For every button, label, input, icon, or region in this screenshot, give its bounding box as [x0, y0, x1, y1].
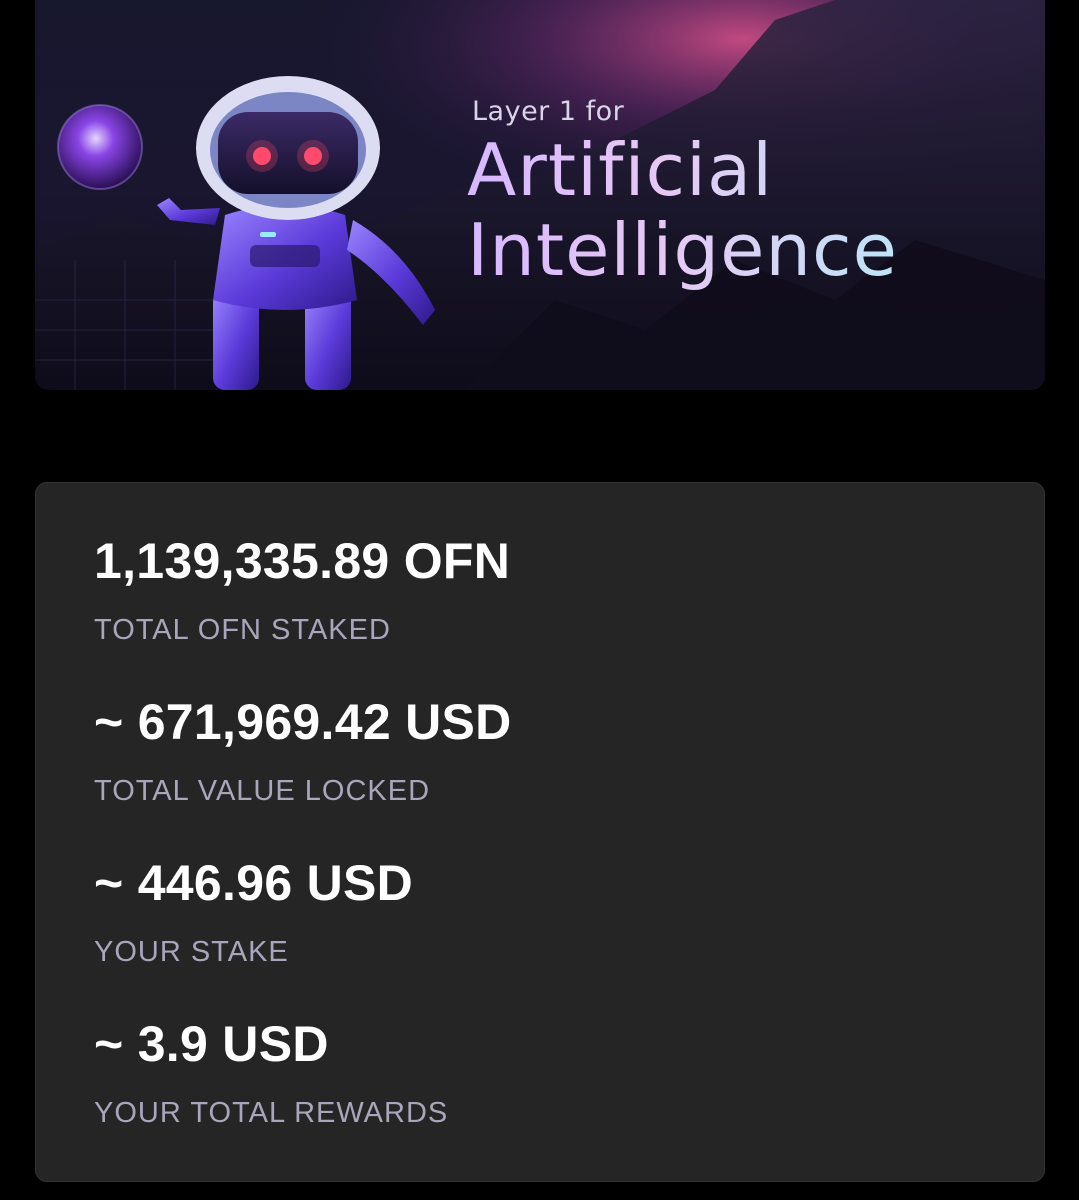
stat-your-stake: ~ 446.96 USD YOUR STAKE [94, 853, 986, 1014]
stat-value: 1,139,335.89 OFN [94, 533, 511, 589]
stat-label: YOUR STAKE [94, 936, 289, 968]
stat-total-value-locked: ~ 671,969.42 USD TOTAL VALUE LOCKED [94, 692, 986, 853]
banner-title-line2: Intelligence [467, 208, 898, 292]
stat-label: YOUR TOTAL REWARDS [94, 1097, 449, 1129]
stat-value: ~ 3.9 USD [94, 1016, 329, 1072]
promo-banner[interactable]: Layer 1 for Artificial Intelligence [35, 0, 1045, 390]
stat-value: ~ 671,969.42 USD [94, 694, 512, 750]
page: Layer 1 for Artificial Intelligence 1,13… [0, 0, 1079, 1200]
banner-title: Artificial Intelligence [467, 130, 898, 290]
banner-subtitle: Layer 1 for [472, 96, 625, 127]
stat-value: ~ 446.96 USD [94, 855, 414, 911]
stat-total-staked: 1,139,335.89 OFN TOTAL OFN STAKED [94, 531, 986, 692]
stat-label: TOTAL VALUE LOCKED [94, 775, 431, 807]
staking-stats-card: 1,139,335.89 OFN TOTAL OFN STAKED ~ 671,… [35, 482, 1045, 1182]
stat-your-total-rewards: ~ 3.9 USD YOUR TOTAL REWARDS [94, 1014, 986, 1175]
stat-label: TOTAL OFN STAKED [94, 614, 391, 646]
banner-title-line1: Artificial [467, 128, 774, 212]
